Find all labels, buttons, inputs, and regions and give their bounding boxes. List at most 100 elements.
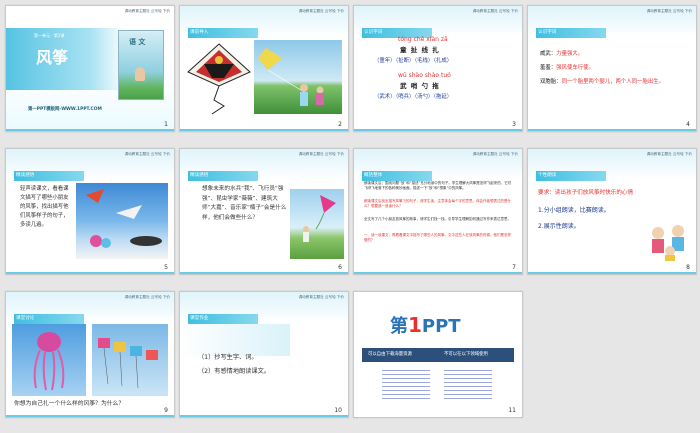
method-1: 1.分小组朗读，比赛朗读。 (538, 207, 610, 214)
homework-item-1: （1）抄写生字、词。 (198, 354, 258, 361)
girl-kite-photo (290, 189, 344, 259)
page-number: 5 (164, 264, 168, 271)
paragraph-2: 朗读课文后找出描写风筝飞的句子，请学生读，注意体会每个字的意思。体会作者想表达的… (364, 199, 511, 209)
meaning: 强风使车行使。 (556, 65, 594, 71)
homework-item-2: （2）有感情地朗读课文。 (198, 368, 270, 375)
bottom-line (6, 129, 174, 131)
many-kites (98, 338, 158, 389)
textbook-cover-image: 语 文 (118, 30, 164, 100)
pinyin-row-1: tóng chě xiàn zā (398, 36, 448, 43)
words-row-2: （武术）（哨兵）（汤勺）（拖延） (374, 94, 453, 100)
child-figure (135, 67, 145, 81)
reading-instruction: 轻声读课文，看看课文描写了哪些小朋友的风筝，找出描写他们风筝样子的句子，多读几遍… (20, 186, 69, 228)
footer-text: 第一PPT模板网-WWW.1PPT.COM (28, 107, 102, 112)
reading-requirement: 要求：读出孩子们放风筝时快乐的心情 (538, 190, 634, 196)
slide-thumbnail-8[interactable]: 个性朗读 调动教育主题社 云写轮 下价 要求：读出孩子们放风筝时快乐的心情 1.… (527, 148, 697, 275)
decorative-band (180, 324, 290, 356)
method-2: 2.展示性朗读。 (538, 223, 580, 230)
meaning: 同一个胎里两个婴儿，两个人同一胎出生。 (561, 79, 665, 85)
discussion-question: 你想为自己扎一个什么样的风筝？为什么？ (14, 401, 125, 407)
header-right-text: 调动教育主题社 云写轮 下价 (472, 152, 518, 156)
bottom-line (528, 129, 696, 131)
definition-1: 威武：力量强大。 (540, 50, 583, 58)
pinyin-row-2: wǔ shào shào tuó (398, 72, 451, 79)
page-number: 3 (512, 121, 516, 128)
children-kite-photo (254, 40, 342, 114)
slide-thumbnail-7[interactable]: 概括整体 调动教育主题社 云写轮 下价 朗读课文后，围绕问题“放”和“描述”充分… (353, 148, 523, 275)
bottom-line (354, 272, 522, 274)
definition-2: 羞羞：强风使车行使。 (540, 64, 594, 72)
kite-scene (303, 195, 336, 242)
bottom-line (180, 129, 348, 131)
link-list-right (444, 370, 492, 400)
kites-in-sky (86, 189, 162, 248)
slide-thumbnail-2[interactable]: 课前导入 调动教育主题社 云写轮 下价 2 (179, 5, 349, 132)
term: 羞羞： (540, 65, 557, 71)
section-label: 课前导入 (190, 30, 209, 35)
slide-thumbnail-3[interactable]: 认识字词 调动教育主题社 云写轮 下价 tóng chě xiàn zā 童 扯… (353, 5, 523, 132)
section-label: 课堂讨论 (16, 316, 35, 321)
header-right-text: 调动教育主题社 云写轮 下价 (646, 9, 692, 13)
paragraph-4: 一、读一读课文，再看看课文中描写了哪些人的风筝。文中这些人在放风筝的时候，他们是… (364, 233, 511, 243)
section-label: 精读感悟 (16, 173, 35, 178)
logo-part-c: PPT (421, 316, 461, 337)
bottom-line (354, 129, 522, 131)
header-right-text: 调动教育主题社 云写轮 下价 (124, 9, 170, 13)
slide-thumbnail-11[interactable]: 第1PPT 可以自由下载海量资源 不可以在以下领域使用 11 (353, 291, 523, 418)
chars-row-1: 童 扯 线 扎 (400, 46, 440, 54)
page-number: 11 (508, 407, 516, 414)
brand-logo: 第1PPT (390, 312, 461, 338)
slide-thumbnail-6[interactable]: 精读感悟 调动教育主题社 云写轮 下价 想象未来的水兵“我”、飞行员“强强”、昆… (179, 148, 349, 275)
page-number: 10 (334, 407, 342, 414)
meaning: 力量强大。 (556, 51, 584, 57)
kites-sky-photo (76, 183, 168, 259)
bottom-line (180, 415, 348, 417)
chars-row-2: 武 哨 勺 拖 (400, 82, 440, 90)
many-kites-photo (92, 324, 168, 396)
slide-thumbnail-5[interactable]: 精读感悟 调动教育主题社 云写轮 下价 轻声读课文，看看课文描写了哪些小朋友的风… (5, 148, 175, 275)
definition-3: 双胞胎：同一个胎里两个婴儿，两个人同一胎出生。 (540, 78, 690, 86)
header-right-text: 调动教育主题社 云写轮 下价 (646, 152, 692, 156)
bottom-line (6, 272, 174, 274)
page-number: 2 (338, 121, 342, 128)
bottom-line (180, 272, 348, 274)
slide-thumbnail-1[interactable]: 第一单元 · 第2课 风筝 语 文 第一PPT模板网-WWW.1PPT.COM … (5, 5, 175, 132)
header-right-text: 调动教育主题社 云写轮 下价 (298, 295, 344, 299)
slide-thumbnail-10[interactable]: 课堂作业 调动教育主题社 云写轮 下价 （1）抄写生字、词。 （2）有感情地朗读… (179, 291, 349, 418)
logo-part-b: 1 (408, 313, 422, 337)
imagination-prompt: 想象未来的水兵“我”、飞行员“强强”、昆虫学家“薇薇”、建筑大师“大嘉”、音乐家… (202, 186, 287, 221)
header-right-text: 调动教育主题社 云写轮 下价 (124, 295, 170, 299)
octopus-kite (33, 332, 65, 391)
banner-left-text: 可以自由下载海量资源 (368, 352, 412, 357)
page-number: 9 (164, 407, 168, 414)
children-cartoon (652, 225, 684, 261)
slide-thumbnail-9[interactable]: 课堂讨论 调动教育主题社 云写轮 下价 你想为自己扎一个什么样的风筝？为什么？ … (5, 291, 175, 418)
paragraph-1: 朗读课文后，围绕问题“放”和“描述”充分地读中的句子。学生理解大风筝是怎样飞起来… (364, 181, 512, 191)
bottom-line (528, 272, 696, 274)
term: 双胞胎： (540, 79, 562, 85)
page-number: 4 (686, 121, 690, 128)
header-right-text: 调动教育主题社 云写轮 下价 (124, 152, 170, 156)
header-right-text: 调动教育主题社 云写轮 下价 (298, 9, 344, 13)
section-label: 精读感悟 (190, 173, 209, 178)
octopus-kite-photo (12, 324, 86, 396)
slide-thumbnail-4[interactable]: 认识字词 调动教育主题社 云写轮 下价 威武：力量强大。 羞羞：强风使车行使。 … (527, 5, 697, 132)
header-right-text: 调动教育主题社 云写轮 下价 (472, 9, 518, 13)
unit-label: 第一单元 · 第2课 (34, 33, 65, 38)
words-row-1: （童年）（扯断）（毛线）（扎成） (374, 58, 453, 64)
kite-image (187, 43, 251, 115)
link-list-left (382, 370, 430, 400)
book-title: 语 文 (129, 38, 146, 46)
page-number: 8 (686, 264, 690, 271)
page-number: 1 (164, 121, 168, 128)
kite-in-photo (258, 48, 324, 106)
section-label: 课堂作业 (190, 316, 209, 321)
term: 威武： (540, 51, 557, 57)
slide-title: 风筝 (36, 48, 69, 67)
logo-part-a: 第 (390, 316, 408, 337)
bottom-line (6, 415, 174, 417)
section-label: 概括整体 (364, 173, 383, 178)
header-right-text: 调动教育主题社 云写轮 下价 (298, 152, 344, 156)
page-number: 7 (512, 264, 516, 271)
section-label: 认识字词 (538, 30, 557, 35)
